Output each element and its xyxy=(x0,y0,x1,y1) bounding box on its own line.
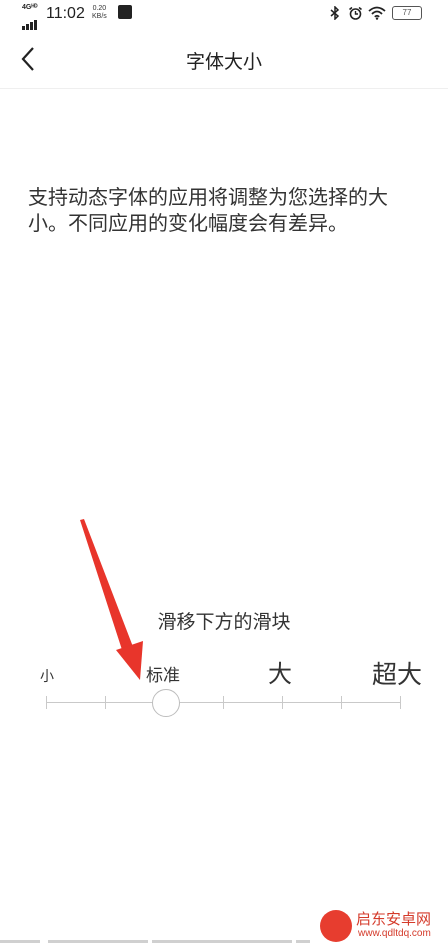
navigation-bar: 字体大小 xyxy=(0,30,448,89)
shopping-bag-icon xyxy=(118,5,132,19)
network-speed: 0.20 KB/s xyxy=(92,5,107,21)
size-label-extra-large: 超大 xyxy=(372,660,423,689)
battery-icon: 77 xyxy=(392,6,422,20)
watermark-title: 启东安卓网 xyxy=(356,911,432,928)
status-bar: 4Gᴴᴰ 11:02 0.20 KB/s 77 xyxy=(0,0,448,30)
watermark-url: www.qdltdq.com xyxy=(358,928,431,939)
slider-tick[interactable] xyxy=(46,696,47,709)
size-label-standard: 标准 xyxy=(146,666,180,686)
slider-thumb[interactable] xyxy=(152,689,180,717)
size-label-large: 大 xyxy=(268,660,292,688)
watermark-logo-icon xyxy=(320,910,352,942)
slider-hint: 滑移下方的滑块 xyxy=(157,611,291,633)
slider-tick[interactable] xyxy=(400,696,401,709)
slider-tick[interactable] xyxy=(105,696,106,709)
alarm-icon xyxy=(348,6,362,20)
speed-unit: KB/s xyxy=(92,13,107,20)
bottom-divider xyxy=(0,940,448,943)
status-icons: 77 xyxy=(328,5,422,21)
slider-tick[interactable] xyxy=(223,696,224,709)
battery-level: 77 xyxy=(402,8,412,17)
annotation-arrow xyxy=(80,519,143,680)
signal-icon: 4Gᴴᴰ xyxy=(22,4,42,30)
bluetooth-icon xyxy=(328,5,342,21)
size-label-small: 小 xyxy=(40,669,54,685)
status-time: 11:02 xyxy=(46,5,85,22)
speed-value: 0.20 xyxy=(92,5,107,12)
slider-tick[interactable] xyxy=(282,696,283,709)
font-size-settings-page: 4Gᴴᴰ 11:02 0.20 KB/s 77 字体大小 支持动态字体的应用将调… xyxy=(0,0,448,947)
slider-tick[interactable] xyxy=(341,696,342,709)
wifi-icon xyxy=(368,6,386,20)
description-text: 支持动态字体的应用将调整为您选择的大小。不同应用的变化幅度会有差异。 xyxy=(28,185,388,235)
page-title: 字体大小 xyxy=(185,51,262,73)
network-type: 4Gᴴᴰ xyxy=(22,4,38,11)
